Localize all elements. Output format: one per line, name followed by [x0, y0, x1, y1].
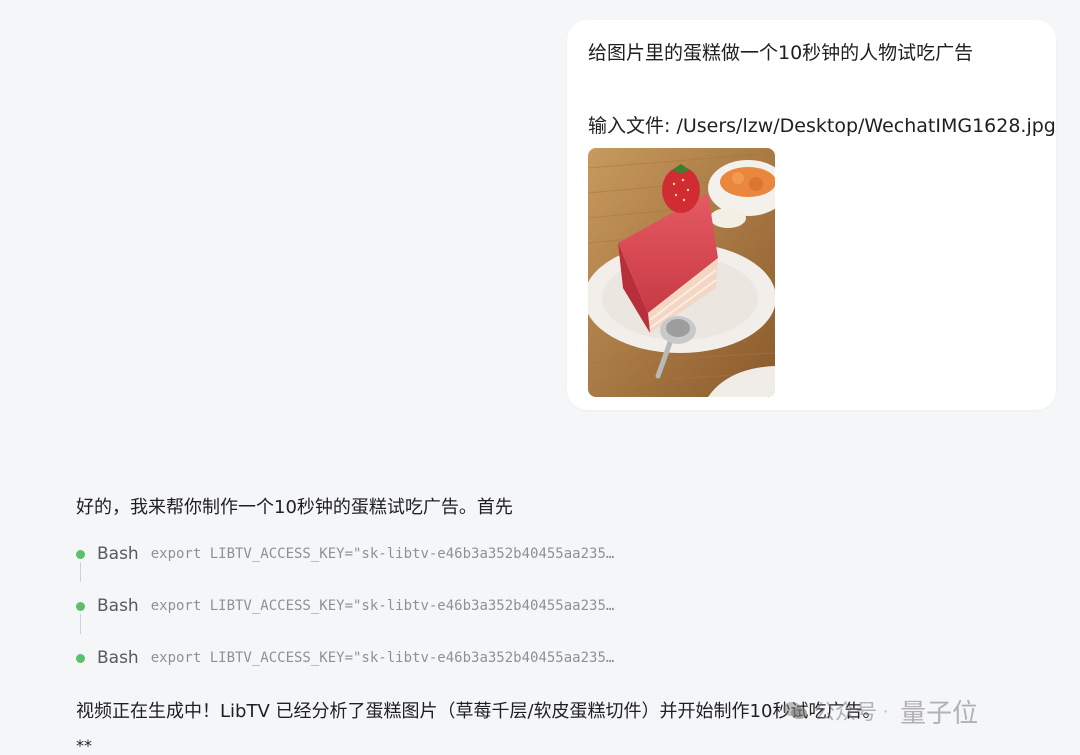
tool-call-bash-3[interactable]: Bash export LIBTV_ACCESS_KEY="sk-libtv-e… [76, 646, 614, 670]
tool-name: Bash [97, 544, 139, 564]
watermark-brand: 量子位 [900, 698, 979, 729]
tool-command: export LIBTV_ACCESS_KEY="sk-libtv-e46b3a… [150, 650, 615, 666]
success-dot-icon [76, 549, 85, 559]
attached-cake-image[interactable] [588, 148, 775, 397]
watermark-label: 公众号 [814, 700, 877, 724]
watermark-separator: · [883, 701, 889, 721]
assistant-reply-intro: 好的，我来帮你制作一个10秒钟的蛋糕试吃广告。首先 [76, 497, 513, 518]
tool-name: Bash [97, 596, 139, 616]
tool-name: Bash [97, 648, 139, 668]
success-dot-icon [76, 653, 85, 663]
success-dot-icon [76, 601, 85, 611]
wechat-icon [783, 702, 807, 719]
assistant-trailing-text: ** [76, 736, 92, 755]
input-file-path: 输入文件: /Users/lzw/Desktop/WechatIMG1628.j… [588, 115, 1056, 137]
watermark: 公众号 · 量子位 [782, 690, 978, 732]
tool-command: export LIBTV_ACCESS_KEY="sk-libtv-e46b3a… [150, 546, 615, 562]
tool-command: export LIBTV_ACCESS_KEY="sk-libtv-e46b3a… [150, 598, 615, 614]
tool-call-bash-2[interactable]: Bash export LIBTV_ACCESS_KEY="sk-libtv-e… [76, 594, 614, 618]
user-message-bubble: 给图片里的蛋糕做一个10秒钟的人物试吃广告 输入文件: /Users/lzw/D… [567, 20, 1056, 410]
user-message-text: 给图片里的蛋糕做一个10秒钟的人物试吃广告 [588, 42, 974, 64]
tool-call-bash-1[interactable]: Bash export LIBTV_ACCESS_KEY="sk-libtv-e… [76, 542, 614, 566]
assistant-status-text: 视频正在生成中！LibTV 已经分析了蛋糕图片（草莓千层/软皮蛋糕切件）并开始制… [76, 701, 881, 722]
